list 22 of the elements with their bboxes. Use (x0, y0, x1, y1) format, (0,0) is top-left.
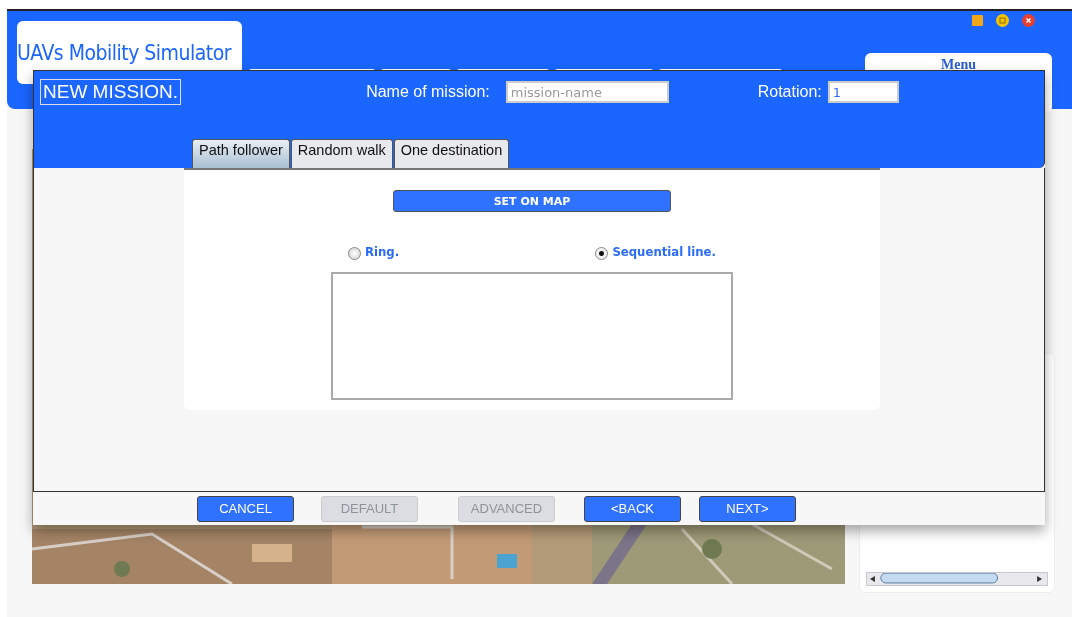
name-field[interactable]: mission-name (505, 81, 669, 103)
radio-icon[interactable] (595, 247, 609, 260)
tab[interactable]: One destination (393, 139, 510, 168)
dialog-title: NEW MISSION. (40, 79, 182, 105)
maximize-icon[interactable] (996, 14, 1009, 27)
radio-icon[interactable] (348, 247, 361, 260)
set-on-map-button[interactable]: SET ON MAP (393, 190, 671, 212)
name-label: Name of mission: (366, 83, 490, 101)
rotation-label: Rotation: (757, 83, 822, 101)
tab[interactable]: Path follower (192, 139, 290, 168)
close-icon[interactable] (1022, 14, 1035, 27)
dialog-button[interactable]: NEXT> (699, 495, 796, 522)
text-area[interactable] (331, 272, 733, 400)
rotation-field[interactable]: 1 (827, 81, 899, 103)
menu-title: Menu (941, 57, 976, 74)
dialog-button[interactable]: <BACK (584, 495, 681, 522)
dialog-button[interactable]: CANCEL (197, 495, 294, 522)
tab[interactable]: Random walk (290, 139, 393, 168)
radio-option[interactable]: Ring. (348, 242, 400, 260)
horizontal-scrollbar[interactable] (866, 572, 1048, 586)
app-title: UAVs Mobility Simulator (17, 40, 232, 65)
radio-option[interactable]: Sequential line. (595, 242, 716, 260)
